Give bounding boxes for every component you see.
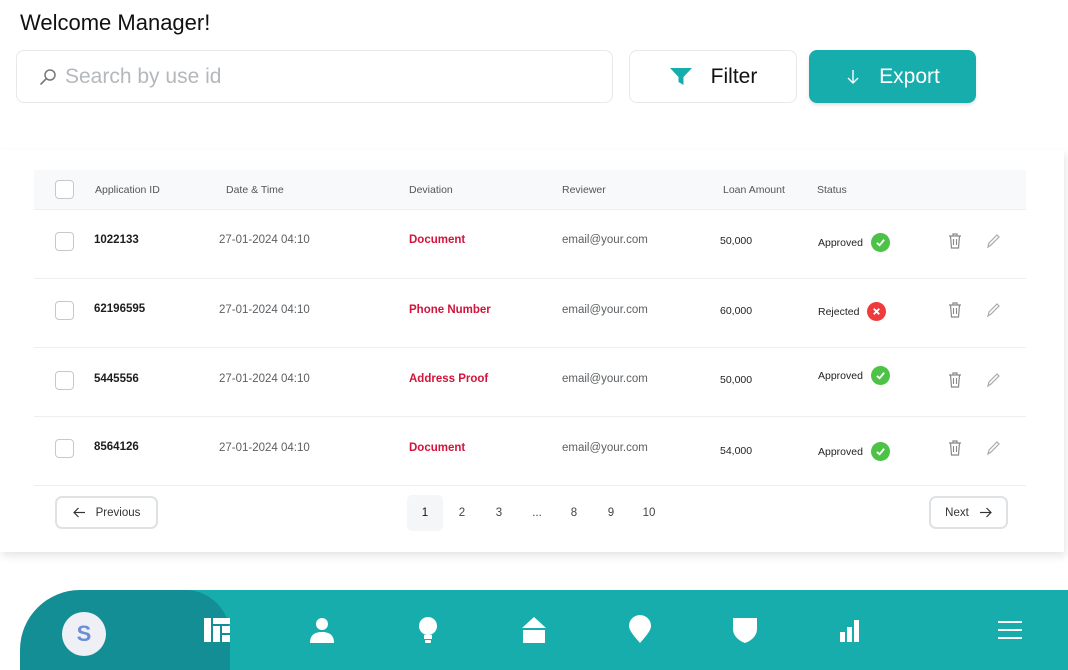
reviewer-email: email@your.com (562, 442, 648, 454)
table-row: 8564126 27-01-2024 04:10 Document email@… (34, 417, 1026, 486)
page-10-button[interactable]: 10 (631, 495, 667, 531)
search-icon (40, 68, 56, 85)
column-header-reviewer: Reviewer (562, 184, 606, 196)
export-button[interactable]: Export (809, 50, 976, 103)
filter-icon (669, 67, 692, 85)
lightbulb-icon[interactable] (412, 614, 444, 646)
edit-icon[interactable] (985, 301, 1001, 319)
table-row: 62196595 27-01-2024 04:10 Phone Number e… (34, 279, 1026, 348)
reviewer-email: email@your.com (562, 234, 648, 246)
column-header-application-id: Application ID (95, 184, 160, 196)
check-circle-icon (870, 233, 890, 252)
row-checkbox[interactable] (55, 232, 74, 251)
table-row: 1022133 27-01-2024 04:10 Document email@… (34, 210, 1026, 279)
status-badge: Rejected (818, 302, 887, 321)
search-box[interactable] (16, 50, 613, 103)
page-9-button[interactable]: 9 (593, 495, 629, 531)
deviation: Document (409, 234, 466, 246)
welcome-heading: Welcome Manager! (20, 10, 211, 35)
loan-amount: 50,000 (720, 235, 753, 247)
filter-button[interactable]: Filter (629, 50, 797, 103)
table-row: 5445556 27-01-2024 04:10 Address Proof e… (34, 348, 1026, 417)
status-badge: Approved (818, 442, 890, 461)
deviation: Document (409, 442, 466, 454)
column-header-date-time: Date & Time (226, 184, 284, 196)
shield-icon[interactable] (729, 614, 761, 646)
status-label: Approved (818, 236, 863, 249)
reviewer-email: email@your.com (562, 373, 648, 385)
status-label: Approved (818, 369, 863, 382)
page-2-button[interactable]: 2 (444, 495, 480, 531)
status-label: Approved (818, 445, 863, 458)
menu-icon[interactable] (994, 614, 1026, 646)
applications-table-card: Application ID Date & Time Deviation Rev… (0, 150, 1064, 552)
page-3-button[interactable]: 3 (481, 495, 517, 531)
page-8-button[interactable]: 8 (556, 495, 592, 531)
date-time: 27-01-2024 04:10 (219, 234, 310, 246)
row-checkbox[interactable] (55, 371, 74, 390)
avatar[interactable]: S (62, 612, 106, 656)
status-label: Rejected (818, 305, 860, 318)
next-label: Next (945, 506, 969, 519)
delete-icon[interactable] (947, 371, 963, 389)
x-circle-icon (867, 302, 887, 321)
check-circle-icon (870, 442, 890, 461)
status-badge: Approved (818, 366, 890, 385)
date-time: 27-01-2024 04:10 (219, 373, 310, 385)
delete-icon[interactable] (947, 439, 963, 457)
export-label: Export (879, 64, 940, 88)
loan-amount: 50,000 (720, 374, 753, 386)
status-badge: Approved (818, 233, 890, 252)
edit-icon[interactable] (985, 371, 1001, 389)
loan-amount: 54,000 (720, 445, 753, 457)
select-all-checkbox[interactable] (55, 180, 74, 199)
check-circle-icon (870, 366, 890, 385)
user-icon[interactable] (306, 614, 338, 646)
column-header-status: Status (817, 184, 847, 196)
row-checkbox[interactable] (55, 439, 74, 458)
application-id: 1022133 (94, 234, 139, 246)
column-header-loan-amount: Loan Amount (723, 184, 785, 196)
deviation: Address Proof (409, 373, 489, 385)
loan-amount: 60,000 (720, 305, 753, 317)
previous-label: Previous (95, 506, 141, 519)
bar-chart-icon[interactable] (835, 614, 867, 646)
bottom-navigation-profile-tab (20, 590, 230, 670)
bottom-navigation-bar (143, 590, 1068, 670)
table-header: Application ID Date & Time Deviation Rev… (34, 170, 1026, 210)
delete-icon[interactable] (947, 232, 963, 250)
arrow-down-icon (847, 69, 859, 84)
edit-icon[interactable] (985, 439, 1001, 457)
delete-icon[interactable] (947, 301, 963, 319)
page: Welcome Manager! Filter Export Applicati… (0, 0, 1068, 670)
reviewer-email: email@your.com (562, 304, 648, 316)
application-id: 62196595 (94, 303, 146, 315)
date-time: 27-01-2024 04:10 (219, 442, 310, 454)
application-id: 5445556 (94, 373, 139, 385)
date-time: 27-01-2024 04:10 (219, 304, 310, 316)
deviation: Phone Number (409, 304, 491, 316)
search-input[interactable] (65, 64, 585, 89)
pagination: Previous 1 2 3 ... 8 9 10 Next (0, 495, 1064, 535)
dashboard-icon[interactable] (201, 614, 233, 646)
home-icon[interactable] (518, 614, 550, 646)
edit-icon[interactable] (985, 232, 1001, 250)
column-header-deviation: Deviation (409, 184, 453, 196)
page-1-button[interactable]: 1 (407, 495, 443, 531)
filter-label: Filter (710, 64, 758, 88)
application-id: 8564126 (94, 441, 139, 453)
arrow-left-icon (72, 507, 85, 518)
arrow-right-icon (979, 507, 992, 518)
row-checkbox[interactable] (55, 301, 74, 320)
page-ellipsis: ... (532, 507, 542, 519)
next-button[interactable]: Next (929, 496, 1008, 529)
previous-button[interactable]: Previous (55, 496, 158, 529)
location-pin-icon[interactable] (624, 614, 656, 646)
